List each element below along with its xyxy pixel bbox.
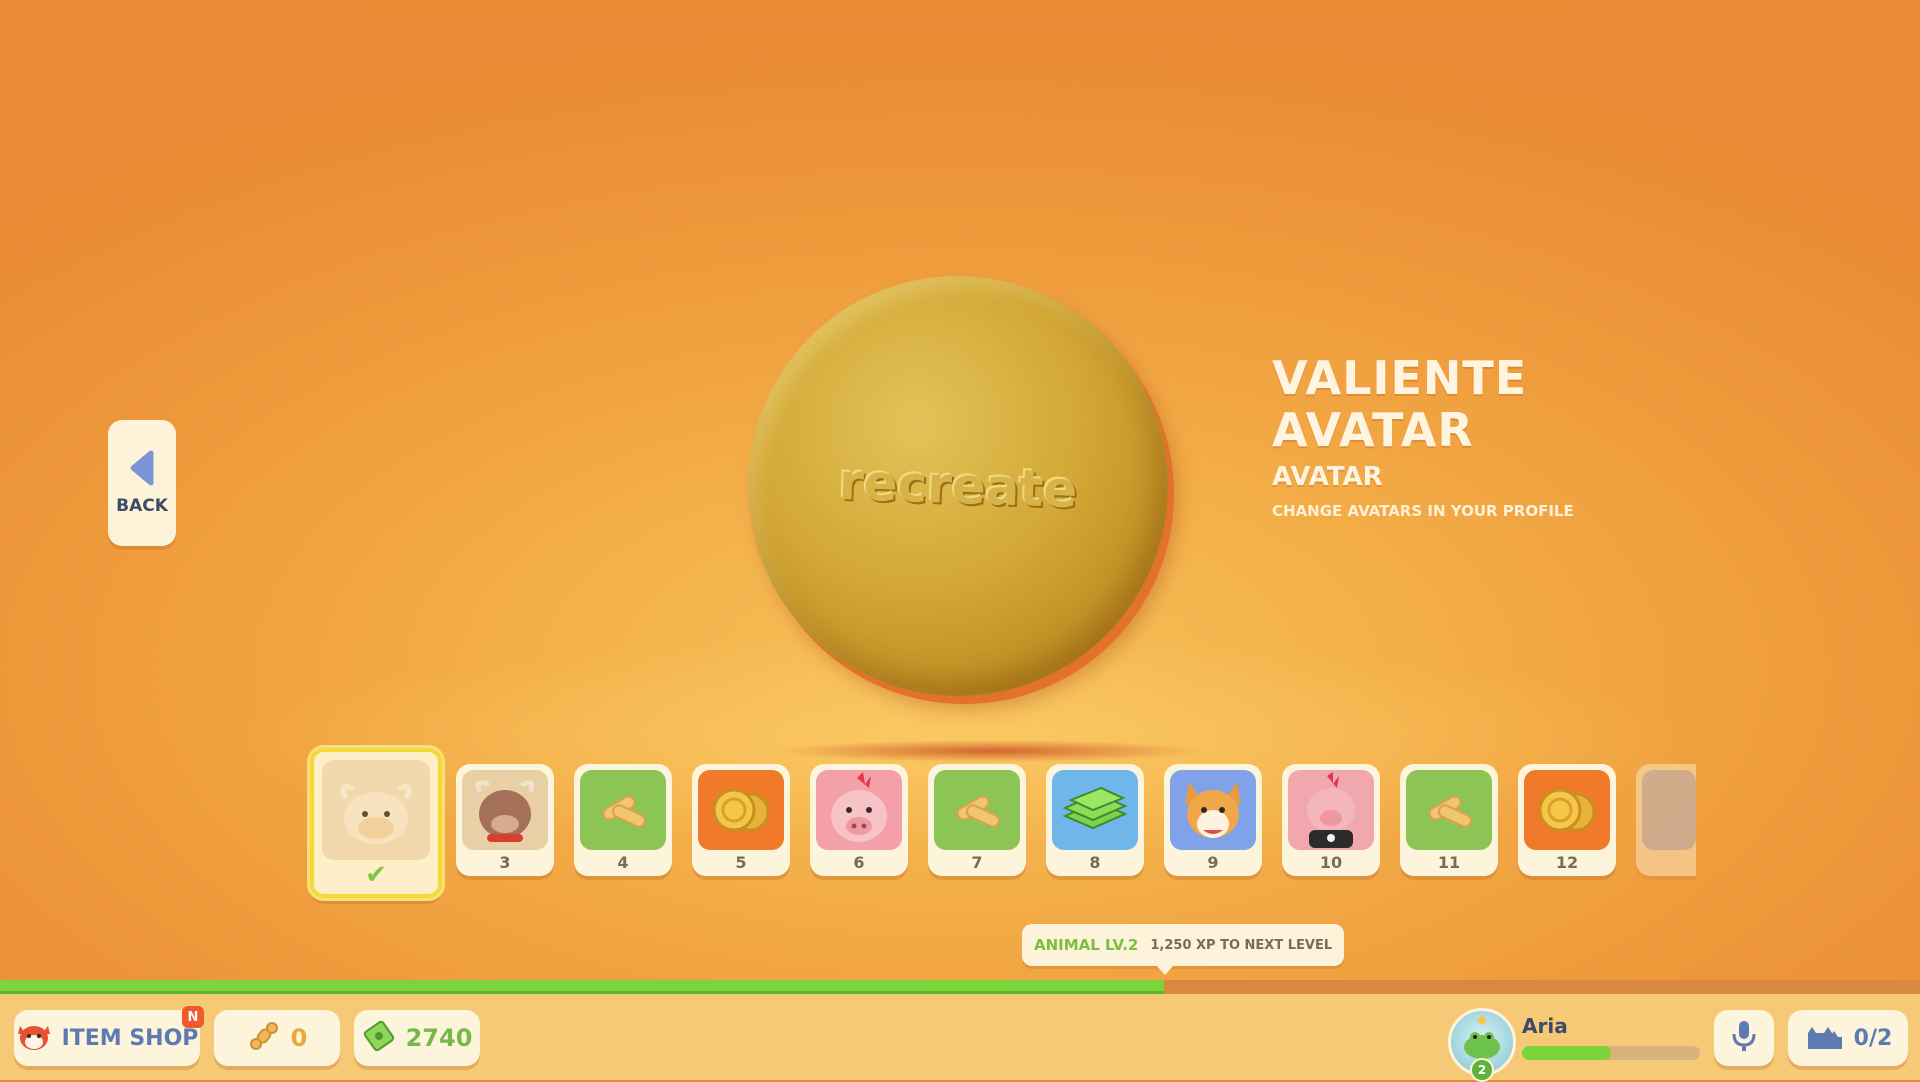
player-name: Aria <box>1522 1014 1568 1038</box>
card-number: 9 <box>1207 853 1219 872</box>
xp-tooltip: ANIMAL LV.2 1,250 XP TO NEXT LEVEL <box>1022 924 1345 975</box>
bone-treats-icon <box>580 770 666 850</box>
xp-next-label: 1,250 XP TO NEXT LEVEL <box>1150 937 1333 953</box>
card-number: 8 <box>1089 853 1101 872</box>
party-animals-icon <box>1804 1021 1844 1055</box>
reward-card[interactable]: 8 <box>1046 764 1144 876</box>
bones-value: 0 <box>290 1024 308 1052</box>
player-level-badge: 2 <box>1470 1058 1494 1082</box>
reward-card[interactable]: 5 <box>692 764 790 876</box>
bones-currency[interactable]: 0 <box>214 1010 340 1066</box>
reward-card[interactable]: 6 <box>810 764 908 876</box>
xp-progress-fill <box>0 980 1164 994</box>
microphone-icon <box>1731 1019 1757 1057</box>
reward-card[interactable]: 3 <box>456 764 554 876</box>
item-info: VALIENTE AVATAR AVATAR CHANGE AVATARS IN… <box>1272 352 1574 520</box>
item-type: AVATAR <box>1272 462 1383 492</box>
reward-card[interactable]: 9 <box>1164 764 1262 876</box>
bone-icon <box>247 1019 281 1057</box>
coins-icon <box>1524 770 1610 850</box>
corgi-avatar-icon <box>1170 770 1256 850</box>
party-button[interactable]: 0/2 <box>1788 1010 1908 1066</box>
item-shop-button[interactable]: ITEM SHOP <box>14 1010 200 1066</box>
card-number: 3 <box>499 853 511 872</box>
microphone-button[interactable] <box>1714 1010 1774 1066</box>
player-progress-bar <box>1522 1046 1700 1060</box>
reward-card-partial[interactable] <box>1636 764 1696 876</box>
bone-treats-icon <box>934 770 1020 850</box>
card-number: 7 <box>971 853 983 872</box>
coin-emboss-text: recreate <box>837 452 1079 520</box>
cow-avatar-icon <box>322 760 430 860</box>
pig-avatar-icon <box>816 770 902 850</box>
reward-card-selected[interactable]: ✔ <box>310 748 442 898</box>
chevron-left-icon <box>127 450 157 490</box>
reward-card[interactable]: 12 <box>1518 764 1616 876</box>
item-description: CHANGE AVATARS IN YOUR PROFILE <box>1272 502 1574 520</box>
dog-shop-icon <box>16 1020 52 1056</box>
xp-level-label: ANIMAL LV.2 <box>1034 936 1139 954</box>
bone-treats-icon <box>1406 770 1492 850</box>
card-number: 6 <box>853 853 865 872</box>
coin-shadow <box>780 740 1200 762</box>
selected-check-icon: ✔ <box>365 860 387 890</box>
player-progress-fill <box>1522 1046 1611 1060</box>
item-shop-label: ITEM SHOP <box>61 1025 199 1051</box>
cash-icon <box>362 1019 396 1057</box>
card-number: 5 <box>735 853 747 872</box>
card-number: 4 <box>617 853 629 872</box>
cash-value: 2740 <box>405 1024 473 1052</box>
card-number: 12 <box>1555 853 1579 872</box>
ox-avatar-icon <box>462 770 548 850</box>
back-button[interactable]: BACK <box>108 420 176 546</box>
punk-pig-avatar-icon <box>1288 770 1374 850</box>
coins-icon <box>698 770 784 850</box>
party-count: 0/2 <box>1853 1025 1893 1051</box>
reward-card[interactable]: 10 <box>1282 764 1380 876</box>
bone-treats-icon <box>1642 770 1696 850</box>
card-number: 10 <box>1319 853 1343 872</box>
xp-progress-bar <box>0 980 1920 994</box>
reward-card[interactable]: 11 <box>1400 764 1498 876</box>
new-badge: N <box>182 1006 204 1028</box>
item-title-line1: VALIENTE <box>1272 351 1528 405</box>
card-number: 11 <box>1437 853 1461 872</box>
cash-stack-icon <box>1052 770 1138 850</box>
reward-card[interactable]: 7 <box>928 764 1026 876</box>
back-label: BACK <box>116 496 168 516</box>
reward-card[interactable]: 4 <box>574 764 672 876</box>
cash-currency[interactable]: 2740 <box>354 1010 480 1066</box>
item-preview-coin: recreate <box>748 276 1168 696</box>
item-title-line2: AVATAR <box>1272 403 1474 457</box>
